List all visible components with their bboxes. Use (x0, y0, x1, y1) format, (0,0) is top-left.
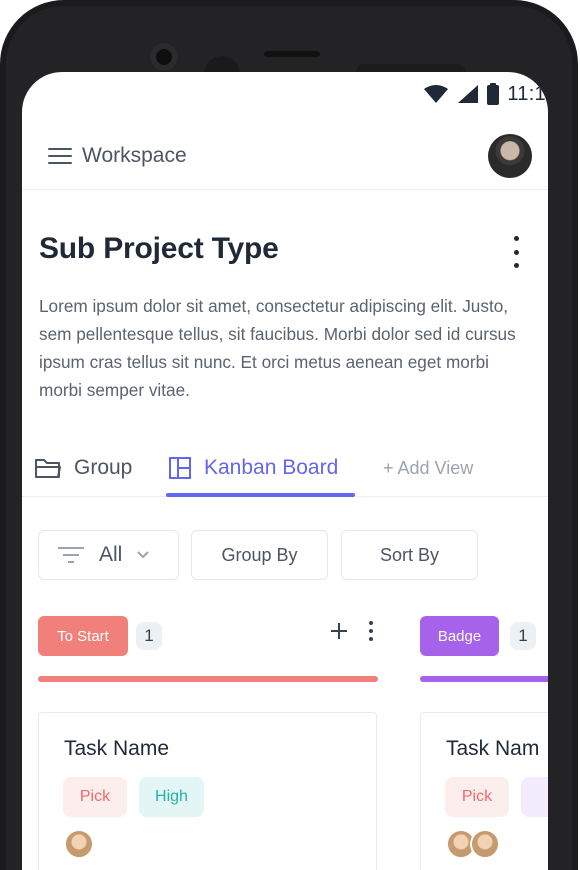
task-tags: Pick High (63, 777, 204, 817)
more-options-icon[interactable] (511, 236, 521, 268)
page-title: Sub Project Type (39, 232, 279, 265)
assignee-list (64, 829, 94, 859)
column-header: Badge 1 (420, 616, 548, 656)
column-count: 1 (510, 622, 536, 650)
filter-all-dropdown[interactable]: All (38, 530, 179, 580)
column-color-bar (420, 676, 548, 682)
task-card[interactable]: Task Nam Pick H (420, 712, 548, 870)
status-badge[interactable]: Badge (420, 616, 499, 656)
column-count: 1 (136, 622, 162, 650)
signal-icon (458, 85, 479, 103)
earpiece-speaker (264, 51, 320, 57)
column-more-icon[interactable] (368, 620, 374, 642)
workspace-title: Workspace (82, 143, 187, 167)
board-icon (169, 457, 191, 479)
filter-icon (58, 547, 84, 563)
user-avatar[interactable] (488, 134, 532, 178)
status-bar: 11:1 (423, 78, 548, 110)
sort-by-button[interactable]: Sort By (341, 530, 478, 580)
column-color-bar (38, 676, 378, 682)
column-header: To Start 1 (38, 616, 378, 656)
avatar (470, 829, 500, 859)
avatar (64, 829, 94, 859)
task-title: Task Nam (446, 737, 540, 760)
add-task-icon[interactable] (330, 622, 348, 640)
task-title: Task Name (64, 737, 170, 760)
tag-pick: Pick (445, 777, 509, 817)
app-bar: Workspace (22, 122, 548, 190)
wifi-icon (424, 85, 449, 103)
task-tags: Pick H (445, 777, 548, 817)
tab-group-label: Group (74, 456, 133, 479)
battery-icon (487, 83, 500, 105)
kanban-column: To Start 1 Task Name Pick High (38, 616, 378, 870)
group-by-button[interactable]: Group By (191, 530, 328, 580)
project-header: Sub Project Type Lorem ipsum dolor sit a… (39, 232, 531, 404)
status-time: 11:1 (507, 82, 546, 105)
kanban-column: Badge 1 Task Nam Pick H (420, 616, 548, 870)
device-frame: 11:1 Workspace Sub Project Type Lorem ip… (0, 0, 578, 870)
tag-high: High (139, 777, 204, 817)
menu-icon[interactable] (48, 147, 72, 164)
tab-kanban-board[interactable]: Kanban Board (168, 452, 338, 484)
chevron-down-icon (137, 551, 150, 559)
status-badge[interactable]: To Start (38, 616, 128, 656)
active-tab-indicator (166, 493, 355, 497)
task-card[interactable]: Task Name Pick High (38, 712, 377, 870)
sort-by-label: Sort By (379, 544, 440, 565)
group-by-label: Group By (221, 544, 298, 565)
project-description: Lorem ipsum dolor sit amet, consectetur … (39, 296, 516, 400)
add-view-button[interactable]: + Add View (383, 452, 473, 484)
view-tabs: Group Kanban Board + Add View (22, 444, 548, 497)
tag-pick: Pick (63, 777, 127, 817)
app-screen: 11:1 Workspace Sub Project Type Lorem ip… (22, 72, 548, 870)
assignee-list (446, 829, 500, 859)
tab-group[interactable]: Group (34, 452, 132, 484)
filter-all-label: All (99, 543, 123, 566)
front-camera (150, 43, 178, 71)
add-view-label: + Add View (383, 457, 474, 478)
tag-high: H (521, 777, 548, 817)
folder-icon (35, 459, 61, 478)
tab-kanban-label: Kanban Board (204, 456, 339, 479)
